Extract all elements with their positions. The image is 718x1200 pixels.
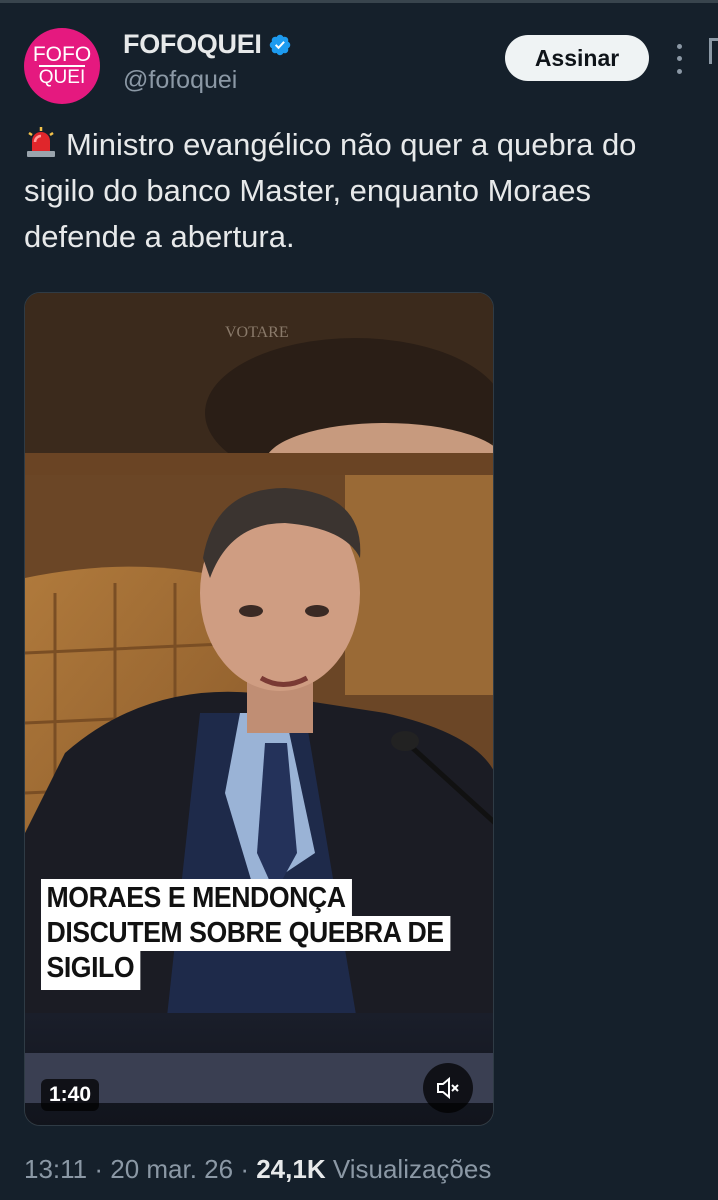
- subscribe-button[interactable]: Assinar: [505, 35, 649, 81]
- caption-line-3: SIGILO: [41, 951, 141, 990]
- video-duration: 1:40: [41, 1079, 100, 1111]
- views-count[interactable]: 24,1K: [256, 1154, 325, 1184]
- views-label: Visualizações: [332, 1154, 492, 1184]
- tweet-metadata: 13:11 · 20 mar. 26 · 24,1K Visualizações: [24, 1154, 491, 1185]
- display-name-text: FOFOQUEI: [123, 29, 262, 59]
- muted-speaker-icon[interactable]: [423, 1063, 473, 1113]
- tweet-time[interactable]: 13:11: [24, 1154, 87, 1184]
- video-caption: MORAES E MENDONÇA DISCUTEM SOBRE QUEBRA …: [41, 879, 486, 990]
- meta-separator: ·: [233, 1154, 257, 1184]
- video-frame: VOTARE: [25, 293, 493, 1125]
- background-sign: VOTARE: [225, 324, 289, 341]
- video-player[interactable]: VOTARE MORAES E MENDONÇA DISCUTEM SOBRE …: [24, 292, 494, 1126]
- tweet-text: Ministro evangélico não quer a quebra do…: [24, 122, 694, 260]
- display-name[interactable]: FOFOQUEI: [123, 29, 292, 60]
- caption-line-2: DISCUTEM SOBRE QUEBRA DE: [41, 916, 451, 951]
- tweet-body: Ministro evangélico não quer a quebra do…: [24, 127, 637, 254]
- meta-separator: ·: [87, 1154, 111, 1184]
- avatar[interactable]: FOFO QUEI: [24, 28, 100, 104]
- avatar-logo-top: FOFO: [32, 43, 92, 66]
- verified-badge-icon: [269, 34, 290, 55]
- top-divider: [0, 0, 718, 3]
- tweet-date[interactable]: 20 mar. 26: [110, 1154, 233, 1184]
- caption-line-1: MORAES E MENDONÇA: [41, 879, 352, 916]
- more-vertical-icon[interactable]: [668, 40, 690, 78]
- account-handle[interactable]: @fofoquei: [123, 66, 237, 95]
- avatar-logo-bottom: QUEI: [38, 65, 86, 88]
- cropped-grok-icon[interactable]: [709, 38, 718, 64]
- siren-icon: [27, 127, 55, 157]
